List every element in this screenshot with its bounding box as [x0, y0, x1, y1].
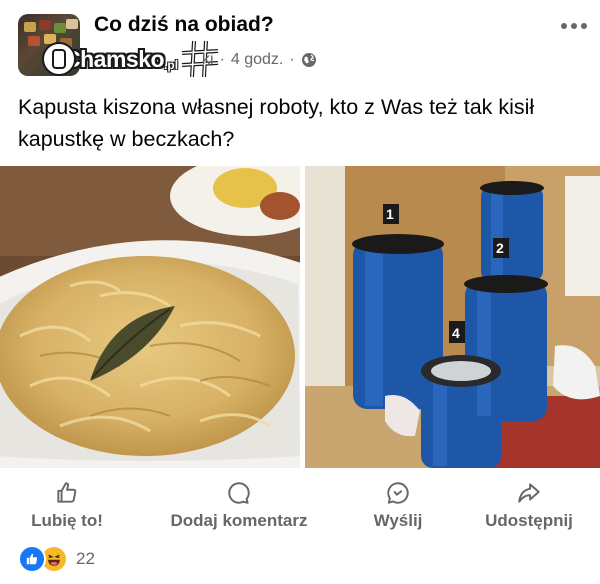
chamsko-watermark: Chamsko .pl	[42, 40, 220, 78]
post-action-bar: Lubię to! Dodaj komentarz Wyślij Udostęp…	[0, 476, 600, 536]
thumbs-up-icon	[57, 482, 77, 503]
share-label: Udostępnij	[485, 511, 573, 530]
meta-separator-2: ·	[289, 51, 295, 68]
reaction-count: 22	[76, 549, 95, 568]
post-text: Kapusta kiszona własnej roboty, kto z Wa…	[18, 95, 535, 151]
meta-separator: ·	[219, 51, 225, 68]
barrel-number-4: 4	[452, 325, 460, 341]
post-meta: ki · 4 godz. ·	[202, 51, 317, 69]
like-button[interactable]: Lubię to!	[14, 476, 120, 536]
watermark-logo-icon	[42, 42, 76, 76]
globe-icon[interactable]	[301, 52, 317, 68]
comment-button[interactable]: Dodaj komentarz	[154, 476, 324, 536]
watermark-text: Chamsko	[64, 45, 165, 72]
barrel-number-1: 1	[386, 206, 394, 222]
messenger-icon	[387, 482, 409, 504]
comment-icon	[228, 482, 250, 504]
group-name-link[interactable]: Co dziś na obiad?	[94, 13, 274, 37]
author-name-fragment[interactable]: ki	[202, 51, 214, 69]
share-button[interactable]: Udostępnij	[474, 476, 584, 536]
share-icon	[518, 483, 540, 503]
blue-barrels-photo[interactable]: 1 2 4	[305, 166, 600, 468]
sauerkraut-bowl-photo[interactable]	[0, 166, 300, 468]
watermark-suffix: .pl	[164, 58, 179, 72]
post-time[interactable]: 4 godz.	[231, 51, 283, 69]
post-header: Chamsko .pl Co dziś na obiad? ki · 4 god…	[0, 0, 600, 86]
post-photos: 1 2 4	[0, 166, 600, 468]
send-label: Wyślij	[373, 511, 423, 530]
send-button[interactable]: Wyślij	[360, 476, 436, 536]
like-label: Lubię to!	[31, 511, 103, 530]
more-options-button[interactable]	[558, 16, 590, 36]
reaction-summary[interactable]: 22	[18, 545, 95, 573]
like-reaction-icon	[18, 545, 46, 573]
more-dots-icon	[561, 23, 567, 29]
barrel-number-2: 2	[496, 240, 504, 256]
comment-label: Dodaj komentarz	[170, 511, 308, 530]
